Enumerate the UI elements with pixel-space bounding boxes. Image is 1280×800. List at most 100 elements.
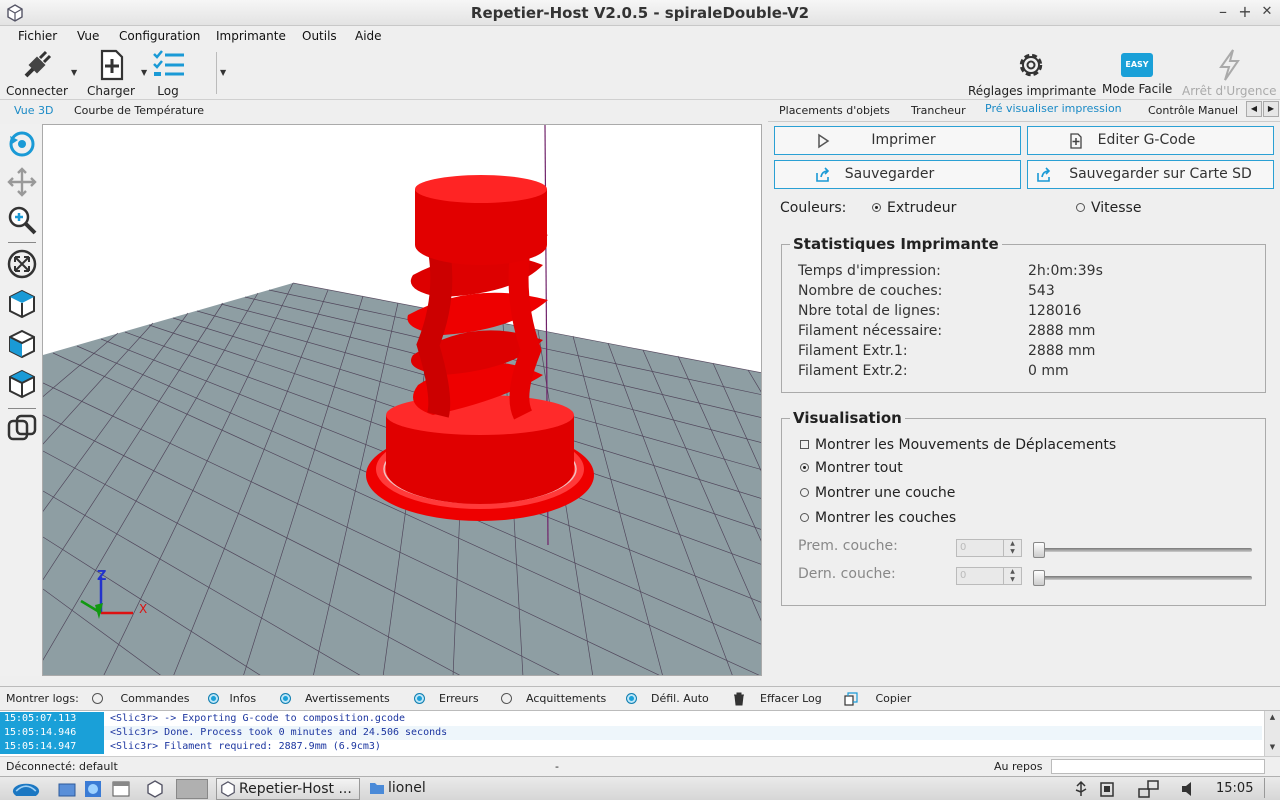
clear-log-button[interactable]: Effacer Log (732, 692, 822, 706)
log-toolbar: Montrer logs: Commandes Infos Avertissem… (0, 686, 1280, 710)
menu-vue[interactable]: Vue (77, 29, 99, 43)
last-layer-label: Dern. couche: (798, 566, 896, 582)
easy-mode-button[interactable]: EASY Mode Facile (1102, 48, 1172, 96)
status-middle: - (555, 760, 559, 773)
maximize-button[interactable]: + (1235, 2, 1255, 22)
menu-configuration[interactable]: Configuration (119, 29, 200, 43)
emergency-stop-button[interactable]: Arrêt d'Urgence (1182, 48, 1277, 98)
log-acks-toggle[interactable]: Acquittements (501, 692, 606, 705)
tab-scroll-left-button[interactable]: ◀ (1246, 101, 1262, 117)
log-warnings-toggle[interactable]: Avertissements (280, 692, 390, 705)
log-scrollbar[interactable]: ▲ ▼ (1264, 711, 1280, 757)
tab-slicer[interactable]: Trancheur (911, 104, 966, 117)
log-line: 15:05:14.946 <Slic3r> Done. Process took … (0, 726, 1262, 740)
clipboard-icon[interactable] (1098, 780, 1116, 798)
print-button[interactable]: Imprimer (774, 126, 1021, 155)
side-view-icon[interactable] (6, 368, 38, 400)
file-plus-small-icon (1070, 133, 1082, 149)
minimize-button[interactable]: – (1213, 2, 1233, 22)
color-speed-radio[interactable]: Vitesse (1076, 200, 1141, 216)
network-status-icon[interactable] (1138, 780, 1160, 798)
network-icon[interactable] (84, 780, 102, 798)
stats-title: Statistiques Imprimante (790, 235, 1002, 253)
stat-label: Filament Extr.1: (798, 343, 908, 359)
gear-icon (1019, 53, 1043, 77)
tab-print-preview[interactable]: Pré visualiser impression (985, 102, 1122, 115)
first-layer-spinbox[interactable]: 0 ▲ ▼ (956, 539, 1022, 557)
tab-temperature-curve[interactable]: Courbe de Température (74, 104, 204, 117)
taskbar-repetier-window[interactable]: Repetier-Host ... (216, 778, 360, 800)
front-view-icon[interactable] (6, 328, 38, 360)
tab-manual-control[interactable]: Contrôle Manuel (1148, 104, 1238, 117)
show-all-radio[interactable]: Montrer tout (800, 460, 903, 476)
export-icon (816, 167, 830, 182)
workspace-switcher[interactable] (176, 779, 208, 799)
file-plus-icon (100, 49, 124, 81)
tab-object-placement[interactable]: Placements d'objets (779, 104, 890, 117)
export-sd-icon (1037, 167, 1051, 182)
parallel-view-icon[interactable] (6, 412, 38, 444)
toolbar-more-icon[interactable]: ▼ (220, 68, 226, 77)
show-logs-label: Montrer logs: (6, 692, 79, 705)
stat-value: 128016 (1028, 303, 1082, 319)
log-commands-toggle[interactable]: Commandes (92, 692, 190, 705)
usb-icon[interactable] (1072, 780, 1090, 798)
first-layer-label: Prem. couche: (798, 538, 898, 554)
fit-view-icon[interactable] (6, 248, 38, 280)
stat-label: Temps d'impression: (798, 263, 941, 279)
log-area[interactable]: 15:05:07.113 <Slic3r> -> Exporting G-code… (0, 710, 1280, 757)
stat-value: 2h:0m:39s (1028, 263, 1103, 279)
volume-icon[interactable] (1180, 780, 1200, 798)
log-errors-toggle[interactable]: Erreurs (414, 692, 479, 705)
stat-label: Filament Extr.2: (798, 363, 908, 379)
toolbar-separator (216, 52, 217, 94)
load-button[interactable]: Charger (84, 48, 138, 98)
connect-button[interactable]: Connecter (6, 48, 68, 98)
file-manager-icon[interactable] (58, 780, 76, 798)
first-layer-slider[interactable] (1034, 548, 1252, 552)
move-icon[interactable] (6, 166, 38, 198)
load-dropdown-icon[interactable]: ▼ (141, 68, 147, 77)
save-sd-button[interactable]: Sauvegarder sur Carte SD (1027, 160, 1274, 189)
first-layer-slider-handle[interactable] (1033, 542, 1045, 558)
last-layer-slider[interactable] (1034, 576, 1252, 580)
taskbar-folder-window[interactable]: lionel (366, 778, 486, 800)
iso-view-icon[interactable] (6, 288, 38, 320)
log-infos-toggle[interactable]: Infos (208, 692, 256, 705)
tab-vue-3d[interactable]: Vue 3D (14, 104, 53, 117)
title-bar: Repetier-Host V2.0.5 - spiraleDouble-V2 … (0, 0, 1280, 26)
log-button[interactable]: Log (148, 48, 188, 98)
rotate-icon[interactable] (6, 128, 38, 160)
printer-settings-button[interactable]: Réglages imprimante (968, 48, 1096, 98)
log-autoscroll-toggle[interactable]: Défil. Auto (626, 692, 709, 705)
stat-label: Nbre total de lignes: (798, 303, 941, 319)
3d-viewport[interactable]: Z X (42, 124, 762, 676)
start-menu-icon[interactable] (8, 778, 44, 796)
visualisation-title: Visualisation (790, 409, 905, 427)
lightning-icon (1219, 49, 1240, 81)
show-desktop-button[interactable] (1264, 778, 1274, 798)
last-layer-spinbox[interactable]: 0 ▲ ▼ (956, 567, 1022, 585)
stat-label: Filament nécessaire: (798, 323, 943, 339)
repetier-icon (221, 781, 235, 797)
zoom-icon[interactable] (6, 204, 38, 236)
menu-outils[interactable]: Outils (302, 29, 337, 43)
connect-dropdown-icon[interactable]: ▼ (71, 68, 77, 77)
close-button[interactable]: ✕ (1257, 2, 1277, 22)
printer-state: Au repos (994, 760, 1043, 773)
show-one-layer-radio[interactable]: Montrer une couche (800, 485, 955, 501)
tab-scroll-right-button[interactable]: ▶ (1263, 101, 1279, 117)
menu-fichier[interactable]: Fichier (18, 29, 57, 43)
window-icon[interactable] (112, 780, 130, 798)
color-extruder-radio[interactable]: Extrudeur (872, 200, 956, 216)
last-layer-slider-handle[interactable] (1033, 570, 1045, 586)
menu-imprimante[interactable]: Imprimante (216, 29, 286, 43)
save-button[interactable]: Sauvegarder (774, 160, 1021, 189)
left-tab-bar: Vue 3D Courbe de Température (0, 100, 768, 122)
show-travel-checkbox[interactable]: Montrer les Mouvements de Déplacements (800, 437, 1116, 453)
menu-aide[interactable]: Aide (355, 29, 382, 43)
show-layers-radio[interactable]: Montrer les couches (800, 510, 956, 526)
repetier-launcher-icon[interactable] (146, 780, 164, 798)
copy-log-button[interactable]: Copier (844, 692, 911, 706)
edit-gcode-button[interactable]: Editer G-Code (1027, 126, 1274, 155)
